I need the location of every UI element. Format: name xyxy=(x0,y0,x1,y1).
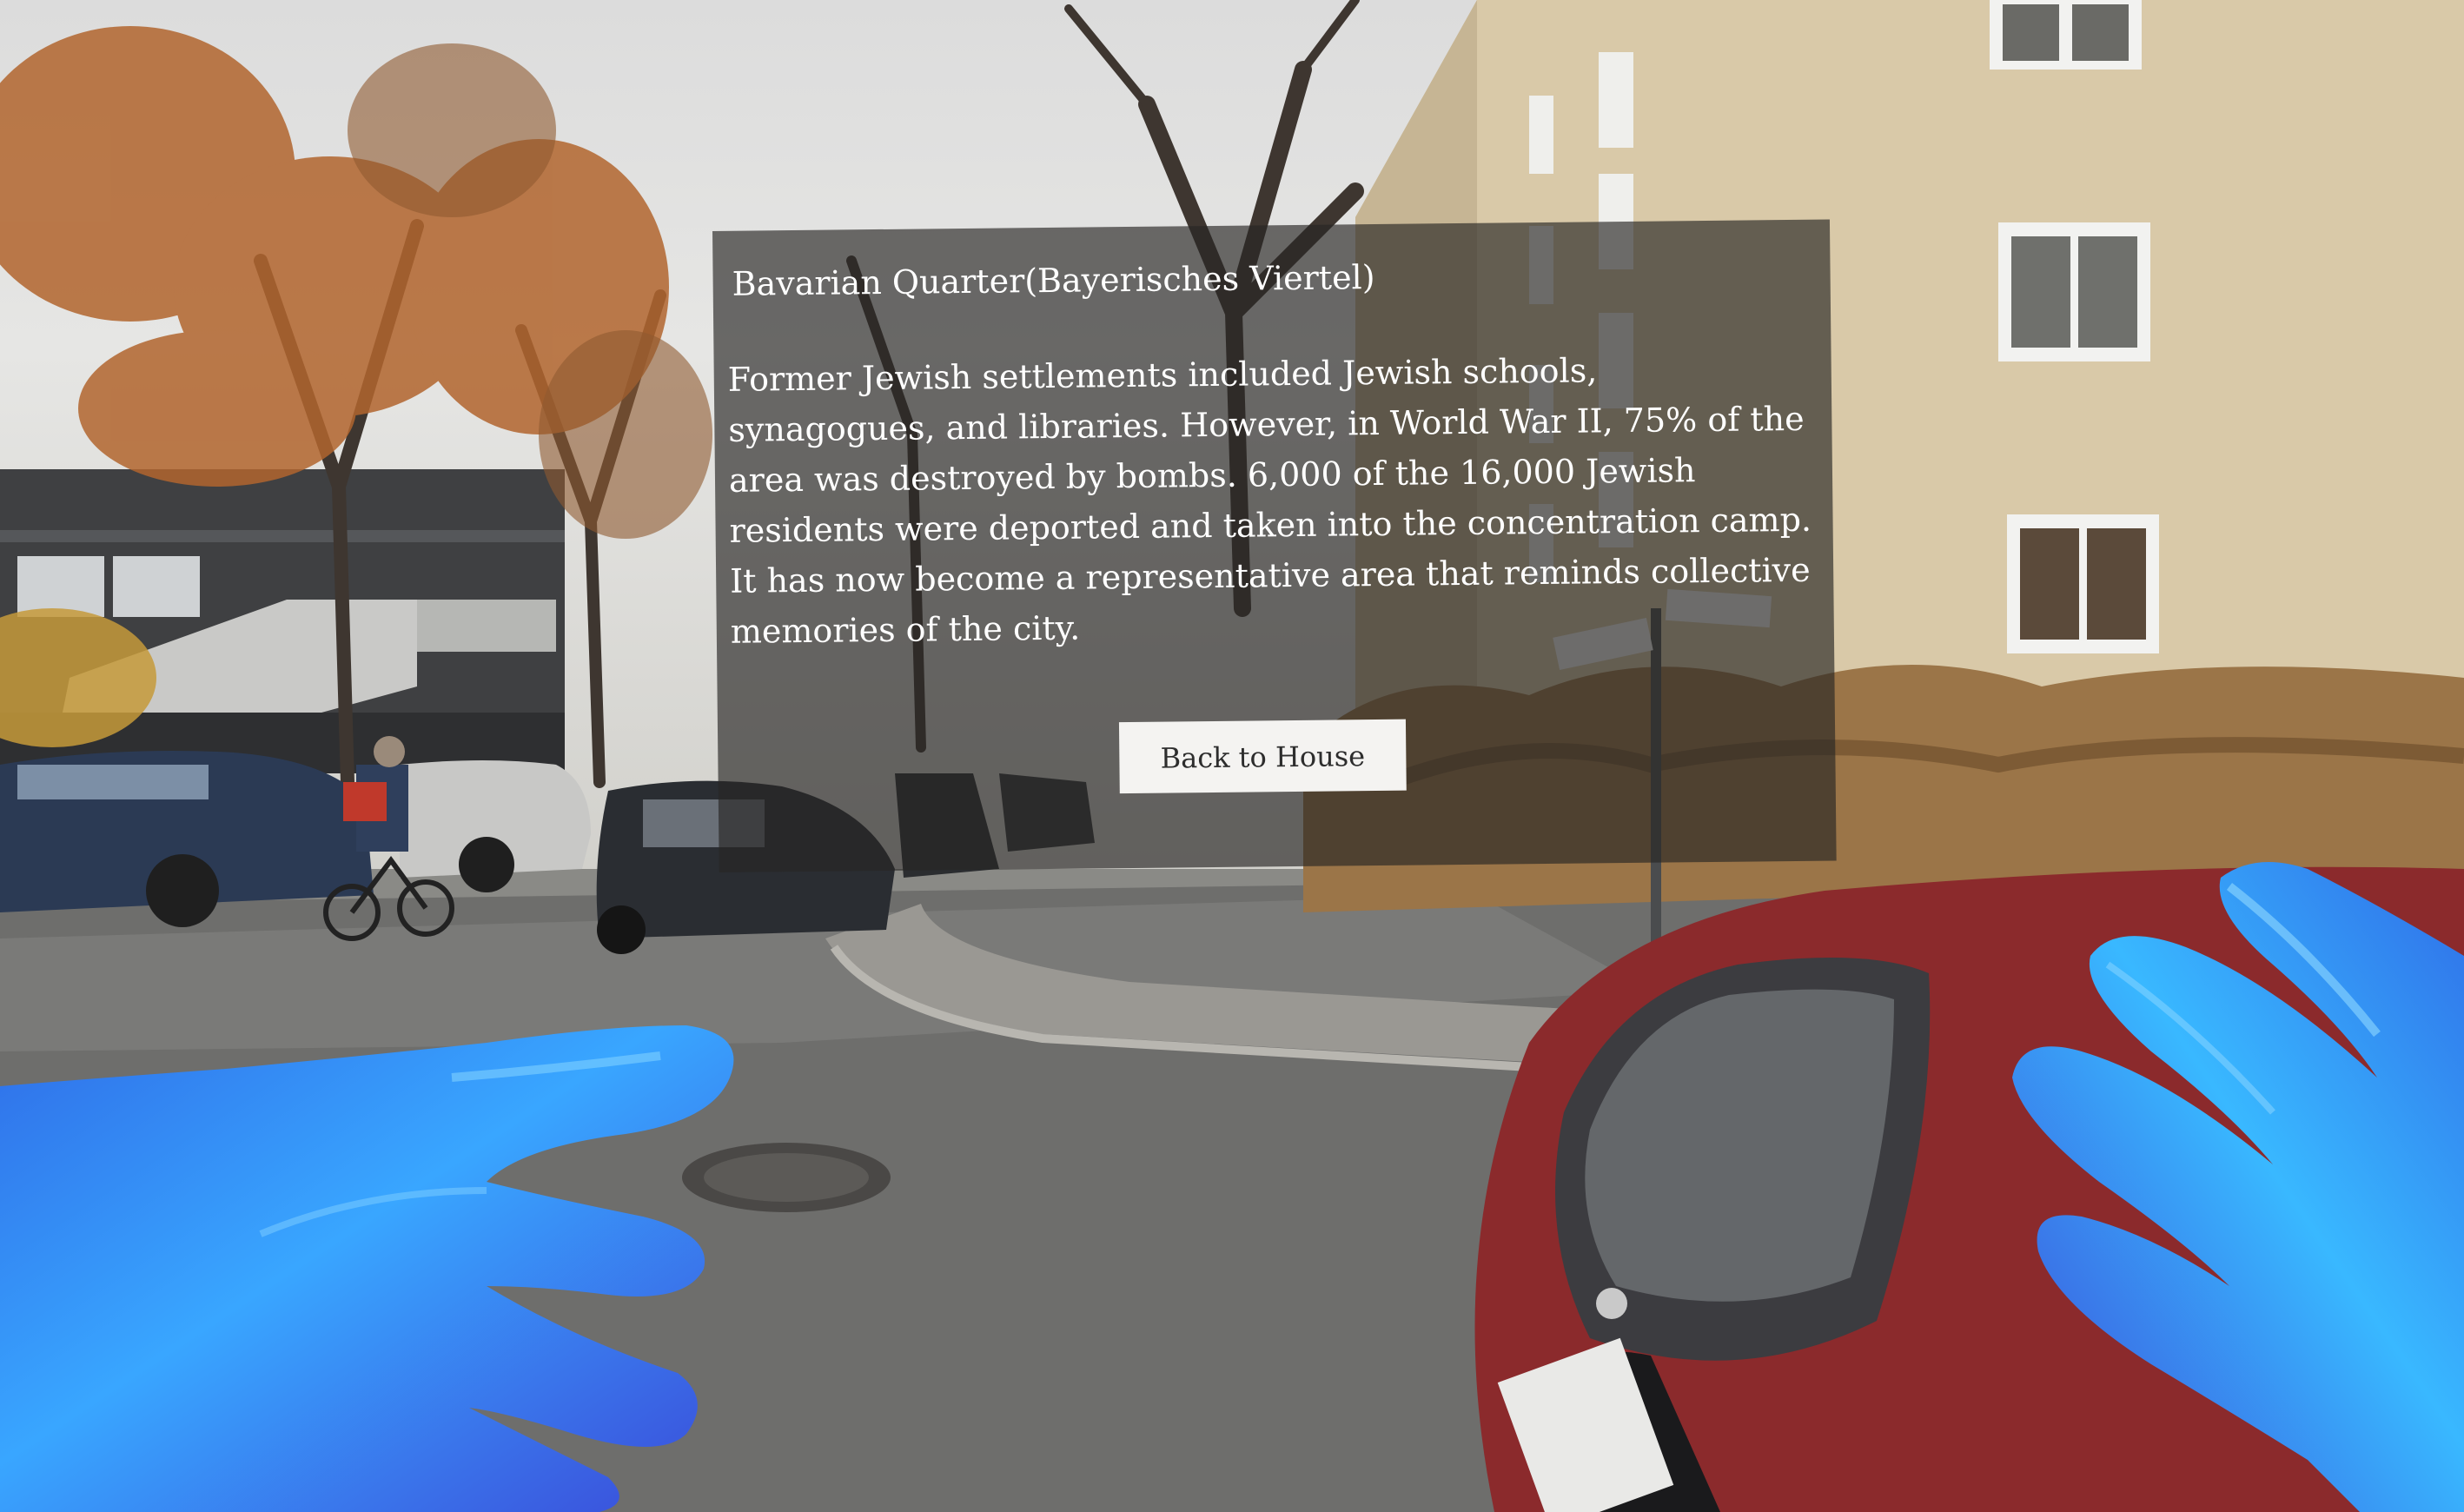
panel-body: Former Jewish settlements included Jewis… xyxy=(727,351,1812,651)
info-panel: Bavarian Quarter(Bayerisches Viertel) Fo… xyxy=(712,219,1837,872)
back-to-house-button[interactable]: Back to House xyxy=(1118,719,1407,794)
panel-title: Bavarian Quarter(Bayerisches Viertel) xyxy=(732,258,1375,303)
vr-scene: Bavarian Quarter(Bayerisches Viertel) Fo… xyxy=(0,0,2464,1512)
left-hand-icon xyxy=(0,1025,734,1512)
right-hand-icon xyxy=(2012,862,2464,1512)
